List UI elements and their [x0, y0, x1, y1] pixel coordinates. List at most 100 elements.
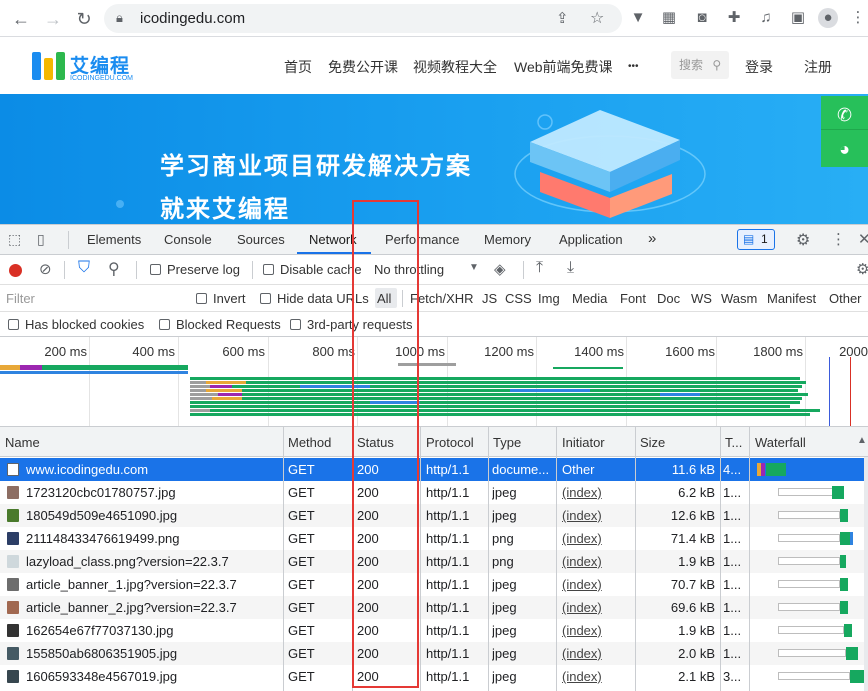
request-name[interactable]: 162654e67f77037130.jpg — [26, 623, 281, 638]
device-toggle-icon[interactable]: ▯ — [37, 231, 45, 248]
reload-icon[interactable]: ↻ — [73, 8, 95, 30]
login-link[interactable]: 登录 — [745, 57, 773, 77]
type-filter-wasm[interactable]: Wasm — [721, 291, 757, 306]
request-initiator[interactable]: (index) — [562, 669, 632, 684]
register-link[interactable]: 注册 — [804, 57, 832, 77]
close-icon[interactable]: ✕ — [858, 230, 868, 248]
table-row[interactable]: 162654e67f77037130.jpg GET 200 http/1.1 jpeg… — [0, 619, 868, 642]
request-name[interactable]: article_banner_2.jpg?version=22.3.7 — [26, 600, 281, 615]
col-initiator[interactable]: Initiator — [562, 435, 605, 450]
sort-up-icon[interactable]: ▲ — [857, 435, 867, 446]
checkbox-box[interactable] — [260, 293, 271, 304]
extension-v-icon[interactable]: ▼ — [628, 8, 648, 28]
media-icon[interactable]: ♫ — [756, 8, 776, 28]
preserve-log-checkbox[interactable]: Preserve log — [150, 262, 240, 277]
type-filter-fetch-xhr[interactable]: Fetch/XHR — [410, 291, 474, 306]
camera-icon[interactable]: ◙ — [692, 8, 712, 28]
table-scrollbar[interactable] — [864, 457, 868, 691]
col-method[interactable]: Method — [288, 435, 331, 450]
checkbox-box[interactable] — [150, 264, 161, 275]
checkbox-box[interactable] — [196, 293, 207, 304]
puzzle-icon[interactable]: ✚ — [724, 8, 744, 28]
tab-sources[interactable]: Sources — [237, 232, 285, 247]
star-icon[interactable]: ☆ — [590, 8, 604, 28]
table-row[interactable]: article_banner_1.jpg?version=22.3.7 GET 20… — [0, 573, 868, 596]
issues-badge[interactable]: ▤ 1 — [737, 229, 775, 250]
table-row[interactable]: www.icodingedu.com GET 200 http/1.1 docume..… — [0, 458, 868, 481]
more-tabs-icon[interactable]: » — [648, 230, 656, 247]
table-row[interactable]: 155850ab6806351905.jpg GET 200 http/1.1 jpeg… — [0, 642, 868, 665]
tab-memory[interactable]: Memory — [484, 232, 531, 247]
request-name[interactable]: 155850ab6806351905.jpg — [26, 646, 281, 661]
type-filter-font[interactable]: Font — [620, 291, 646, 306]
menu-icon[interactable]: ⋮ — [848, 8, 868, 28]
table-row[interactable]: 1723120cbc01780757.jpg GET 200 http/1.1 jpeg… — [0, 481, 868, 504]
tab-console[interactable]: Console — [164, 232, 212, 247]
share-icon[interactable]: ⇪ — [556, 9, 569, 27]
type-filter-media[interactable]: Media — [572, 291, 607, 306]
request-name[interactable]: 1606593348e4567019.jpg — [26, 669, 281, 684]
request-initiator[interactable]: (index) — [562, 646, 632, 661]
request-initiator[interactable]: (index) — [562, 623, 632, 638]
request-initiator[interactable]: (index) — [562, 485, 632, 500]
request-initiator[interactable]: (index) — [562, 600, 632, 615]
type-filter-css[interactable]: CSS — [505, 291, 532, 306]
checkbox-box[interactable] — [263, 264, 274, 275]
nav-free-courses[interactable]: 免费公开课 — [328, 57, 398, 77]
network-overview-timeline[interactable]: 200 ms 400 ms 600 ms 800 ms 1000 ms 1200… — [0, 337, 868, 427]
type-filter-img[interactable]: Img — [538, 291, 560, 306]
nav-video-tutorials[interactable]: 视频教程大全 — [413, 57, 497, 77]
site-search-input[interactable]: 搜索 ⚲ — [671, 51, 729, 79]
filter-icon[interactable]: ⛉ — [78, 259, 90, 277]
wechat-icon[interactable]: ◕ — [821, 129, 868, 167]
has-blocked-cookies-checkbox[interactable]: Has blocked cookies — [8, 317, 144, 332]
request-name[interactable]: 211148433476619499.png — [26, 531, 281, 546]
filter-input[interactable]: Filter — [2, 288, 182, 309]
table-row[interactable]: article_banner_2.jpg?version=22.3.7 GET 20… — [0, 596, 868, 619]
col-name[interactable]: Name — [5, 435, 40, 450]
network-settings-icon[interactable]: ⚙ — [856, 260, 868, 278]
search-icon[interactable]: ⚲ — [108, 259, 120, 279]
request-initiator[interactable]: Other — [562, 462, 632, 477]
table-row[interactable]: lazyload_class.png?version=22.3.7 GET 200 h… — [0, 550, 868, 573]
table-row[interactable]: 211148433476619499.png GET 200 http/1.1 png(… — [0, 527, 868, 550]
nav-home[interactable]: 首页 — [284, 57, 312, 77]
blocked-requests-checkbox[interactable]: Blocked Requests — [159, 317, 281, 332]
inspect-icon[interactable]: ⬚ — [8, 231, 21, 248]
record-icon[interactable] — [9, 264, 22, 277]
request-name[interactable]: article_banner_1.jpg?version=22.3.7 — [26, 577, 281, 592]
nav-more[interactable]: ••• — [628, 61, 639, 72]
table-row[interactable]: 180549d509e4651090.jpg GET 200 http/1.1 jpeg… — [0, 504, 868, 527]
hero-banner[interactable]: 学习商业项目研发解决方案 就来艾编程 — [0, 94, 868, 224]
col-waterfall[interactable]: Waterfall — [755, 435, 806, 450]
settings-icon[interactable]: ⚙ — [796, 230, 810, 250]
address-bar[interactable]: 🔒︎ icodingedu.com ⇪ ☆ — [104, 4, 622, 33]
col-size[interactable]: Size — [640, 435, 665, 450]
checkbox-box[interactable] — [159, 319, 170, 330]
network-conditions-icon[interactable]: ◈ — [494, 260, 506, 278]
checkbox-box[interactable] — [290, 319, 301, 330]
type-filter-doc[interactable]: Doc — [657, 291, 680, 306]
request-initiator[interactable]: (index) — [562, 577, 632, 592]
import-har-icon[interactable]: ⤒ — [536, 259, 543, 277]
tab-elements[interactable]: Elements — [87, 232, 141, 247]
request-name[interactable]: 180549d509e4651090.jpg — [26, 508, 281, 523]
chevron-down-icon[interactable]: ▼ — [469, 262, 479, 273]
nav-web-frontend[interactable]: Web前端免费课 — [514, 57, 613, 77]
type-filter-other[interactable]: Other — [829, 291, 862, 306]
request-name[interactable]: www.icodingedu.com — [26, 462, 281, 477]
type-filter-js[interactable]: JS — [482, 291, 497, 306]
checkbox-box[interactable] — [8, 319, 19, 330]
export-har-icon[interactable]: ⤓ — [567, 259, 574, 277]
clear-icon[interactable]: ⊘ — [39, 260, 52, 278]
request-name[interactable]: lazyload_class.png?version=22.3.7 — [26, 554, 281, 569]
request-initiator[interactable]: (index) — [562, 554, 632, 569]
extension-grid-icon[interactable]: ▦ — [659, 8, 679, 28]
disable-cache-checkbox[interactable]: Disable cache — [263, 262, 362, 277]
col-type[interactable]: Type — [493, 435, 521, 450]
side-panel-icon[interactable]: ▣ — [788, 8, 808, 28]
tab-application[interactable]: Application — [559, 232, 623, 247]
col-protocol[interactable]: Protocol — [426, 435, 474, 450]
back-icon[interactable]: ← — [10, 8, 32, 30]
more-options-icon[interactable]: ⋮ — [831, 230, 846, 248]
